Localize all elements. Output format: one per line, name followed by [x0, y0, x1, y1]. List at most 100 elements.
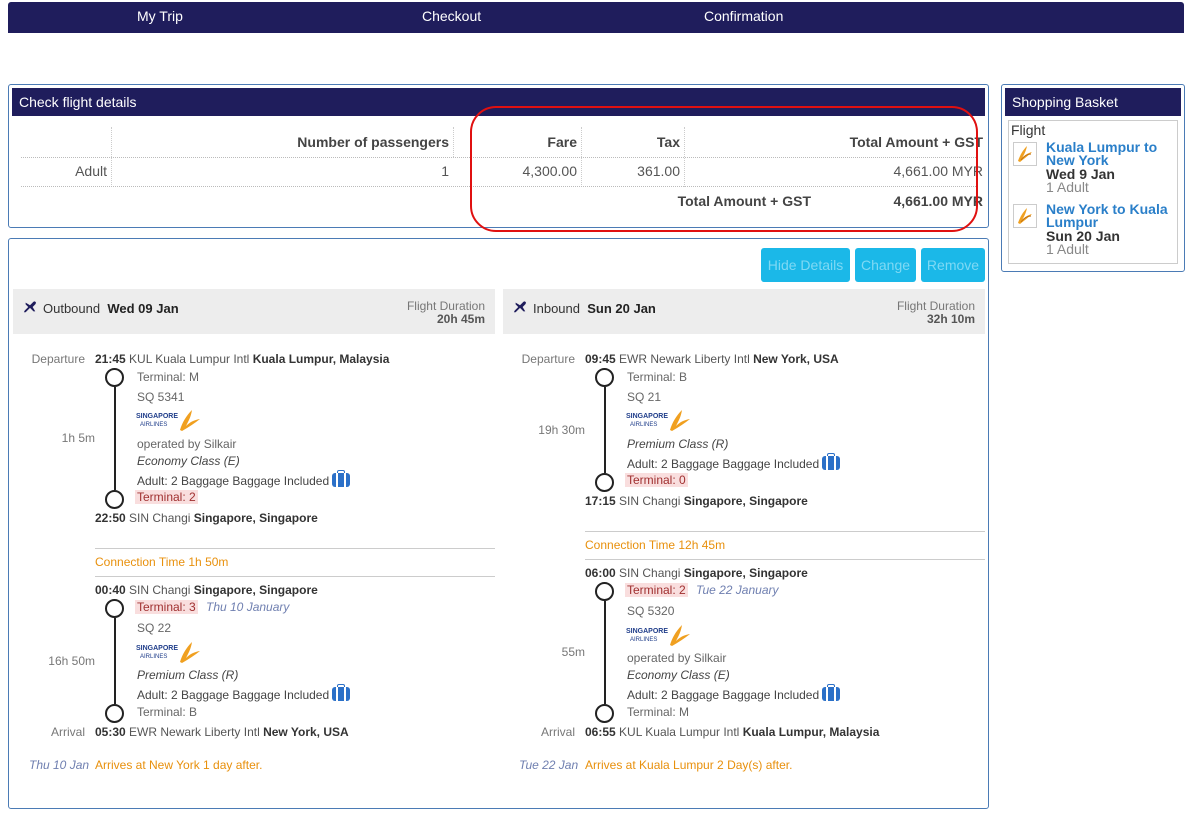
- row-passenger-type: Adult: [75, 163, 107, 179]
- flight-number: SQ 22: [137, 621, 172, 635]
- basket-flight-label: Flight: [1011, 122, 1046, 138]
- baggage-icon: [822, 453, 841, 470]
- cabin-class: Premium Class (R): [137, 668, 239, 682]
- check-flight-details-title: Check flight details: [12, 88, 985, 116]
- nav-my-trip[interactable]: My Trip: [137, 8, 183, 24]
- arrival-label: Arrival: [540, 725, 575, 739]
- outbound-duration-label: Flight Duration: [406, 299, 485, 313]
- basket-item: Kuala Lumpur to New York Wed 9 Jan 1 Adu…: [1011, 140, 1176, 195]
- basket-pax: 1 Adult: [1046, 179, 1089, 195]
- shopping-basket-panel: Shopping Basket Flight Kuala Lumpur to N…: [1001, 84, 1185, 272]
- header-total: Total Amount + GST: [849, 134, 983, 150]
- svg-text:AIRLINES: AIRLINES: [630, 422, 657, 428]
- inbound-label: Inbound Sun 20 Jan: [533, 301, 656, 316]
- operated-by: operated by Silkair: [137, 437, 237, 451]
- baggage-info: Adult: 2 Baggage Baggage Included: [137, 684, 351, 702]
- outbound-duration: 20h 45m: [436, 312, 485, 326]
- baggage-icon: [332, 684, 351, 701]
- cabin-class: Premium Class (R): [627, 437, 729, 451]
- date-note: Thu 10 January: [206, 600, 290, 614]
- hide-details-button[interactable]: Hide Details: [761, 248, 850, 282]
- baggage-info: Adult: 2 Baggage Baggage Included: [627, 684, 841, 702]
- basket-pax: 1 Adult: [1046, 241, 1089, 257]
- flight-number: SQ 21: [627, 390, 662, 404]
- inbound-seg1-departure: 09:45 EWR Newark Liberty Intl New York, …: [585, 352, 839, 366]
- outbound-header: Outbound Wed 09 Jan Flight Duration 20h …: [13, 289, 495, 334]
- outbound-label: Outbound Wed 09 Jan: [43, 301, 179, 316]
- outbound-seg2-arrival: 05:30 EWR Newark Liberty Intl New York, …: [95, 725, 349, 739]
- singapore-airlines-icon: [1013, 142, 1037, 166]
- segment-duration: 19h 30m: [538, 423, 585, 437]
- header-passengers: Number of passengers: [297, 134, 449, 150]
- terminal-highlight: Terminal: 0: [625, 473, 688, 487]
- plane-arrival-icon: [513, 301, 526, 313]
- segment-duration: 16h 50m: [48, 654, 95, 668]
- departure-label: Departure: [521, 352, 575, 366]
- svg-text:SINGAPORE: SINGAPORE: [136, 413, 178, 420]
- baggage-info: Adult: 2 Baggage Baggage Included: [627, 453, 841, 471]
- remove-button[interactable]: Remove: [921, 248, 985, 282]
- inbound-seg2-departure: 06:00 SIN Changi Singapore, Singapore: [585, 566, 808, 580]
- singapore-airlines-logo: SINGAPORE AIRLINES: [626, 625, 690, 646]
- summary-label: Total Amount + GST: [677, 193, 811, 209]
- departure-label: Departure: [31, 352, 85, 366]
- baggage-icon: [332, 470, 351, 487]
- terminal-text: Terminal: M: [137, 370, 200, 384]
- singapore-airlines-logo: SINGAPORE AIRLINES: [136, 410, 200, 431]
- inbound-seg1-arrival: 17:15 SIN Changi Singapore, Singapore: [585, 494, 808, 508]
- date-note: Tue 22 January: [696, 583, 779, 597]
- summary-value: 4,661.00 MYR: [893, 193, 984, 209]
- arrival-note: Arrives at Kuala Lumpur 2 Day(s) after.: [585, 758, 793, 772]
- connection-time: Connection Time 1h 50m: [95, 555, 229, 569]
- row-passenger-count: 1: [441, 163, 449, 179]
- singapore-airlines-logo: SINGAPORE AIRLINES: [626, 410, 690, 431]
- nav-confirmation[interactable]: Confirmation: [704, 8, 783, 24]
- row-total: 4,661.00 MYR: [893, 163, 984, 179]
- arrival-note: Arrives at New York 1 day after.: [95, 758, 263, 772]
- svg-text:SINGAPORE: SINGAPORE: [626, 413, 668, 420]
- terminal-text: Terminal: B: [137, 705, 198, 719]
- footer-date: Thu 10 Jan: [29, 758, 90, 772]
- svg-text:SINGAPORE: SINGAPORE: [136, 645, 178, 652]
- cabin-class: Economy Class (E): [627, 668, 730, 682]
- basket-route-link[interactable]: New York to Kuala Lumpur: [1046, 202, 1176, 229]
- row-fare: 4,300.00: [522, 163, 578, 179]
- inbound-header: Inbound Sun 20 Jan Flight Duration 32h 1…: [503, 289, 985, 334]
- terminal-highlight: Terminal: 2: [135, 490, 198, 504]
- footer-date: Tue 22 Jan: [519, 758, 579, 772]
- singapore-airlines-icon: [1013, 204, 1037, 228]
- segment-duration: 55m: [561, 645, 585, 659]
- singapore-airlines-logo: SINGAPORE AIRLINES: [136, 642, 200, 663]
- nav-checkout[interactable]: Checkout: [422, 8, 481, 24]
- terminal-highlight: Terminal: 3: [135, 600, 198, 614]
- svg-text:SINGAPORE: SINGAPORE: [626, 628, 668, 635]
- arrival-label: Arrival: [50, 725, 85, 739]
- header-fare: Fare: [547, 134, 577, 150]
- change-button[interactable]: Change: [855, 248, 916, 282]
- baggage-icon: [822, 684, 841, 701]
- check-flight-details-panel: Check flight details Number of passenger…: [8, 84, 989, 228]
- terminal-text: Terminal: B: [627, 370, 688, 384]
- plane-departure-icon: [23, 301, 36, 313]
- outbound-seg1-departure: 21:45 KUL Kuala Lumpur Intl Kuala Lumpur…: [95, 352, 390, 366]
- svg-text:AIRLINES: AIRLINES: [140, 422, 167, 428]
- terminal-text: Terminal: M: [627, 705, 690, 719]
- outbound-seg1-arrival: 22:50 SIN Changi Singapore, Singapore: [95, 511, 318, 525]
- basket-content: Flight Kuala Lumpur to New York Wed 9 Ja…: [1008, 120, 1178, 264]
- flight-number: SQ 5341: [137, 390, 185, 404]
- inbound-duration: 32h 10m: [926, 312, 975, 326]
- shopping-basket-title: Shopping Basket: [1005, 88, 1181, 116]
- connection-time: Connection Time 12h 45m: [585, 538, 726, 552]
- flight-number: SQ 5320: [627, 604, 675, 618]
- svg-text:AIRLINES: AIRLINES: [630, 637, 657, 643]
- basket-route-link[interactable]: Kuala Lumpur to New York: [1046, 140, 1176, 167]
- inbound-seg2-arrival: 06:55 KUL Kuala Lumpur Intl Kuala Lumpur…: [585, 725, 880, 739]
- outbound-seg2-departure: 00:40 SIN Changi Singapore, Singapore: [95, 583, 318, 597]
- itinerary-panel: Hide Details Change Remove Outbound Wed …: [8, 238, 989, 809]
- terminal-highlight: Terminal: 2: [625, 583, 688, 597]
- top-navigation: My Trip Checkout Confirmation: [8, 2, 1184, 33]
- baggage-info: Adult: 2 Baggage Baggage Included: [137, 470, 351, 488]
- basket-item: New York to Kuala Lumpur Sun 20 Jan 1 Ad…: [1011, 202, 1176, 257]
- svg-text:AIRLINES: AIRLINES: [140, 654, 167, 660]
- header-tax: Tax: [656, 134, 680, 150]
